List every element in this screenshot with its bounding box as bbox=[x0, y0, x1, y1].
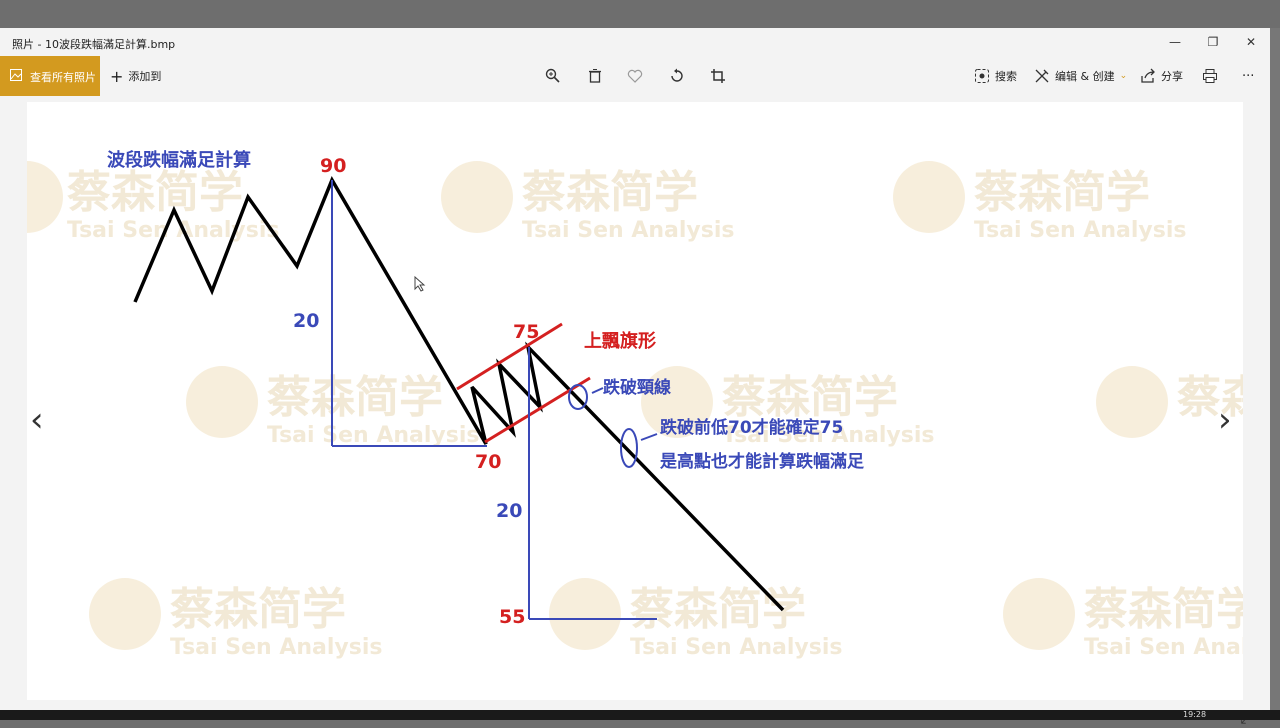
share-button[interactable]: 分享 bbox=[1140, 56, 1183, 96]
favorite-button[interactable] bbox=[627, 56, 643, 96]
plus-icon: + bbox=[110, 66, 124, 86]
neckline-label: 跌破頸線 bbox=[603, 377, 671, 398]
watermark-en: Tsai Sen Analysis bbox=[267, 423, 479, 448]
printer-icon bbox=[1203, 69, 1217, 83]
watermark-cn: 蔡森简学 bbox=[1177, 372, 1243, 423]
watermark-cn: 蔡森简学 bbox=[267, 372, 443, 423]
heart-icon bbox=[627, 69, 643, 83]
watermark-group: 蔡森简学 Tsai Sen Analysis 蔡森简学 Tsai Sen Ana… bbox=[0, 161, 1280, 660]
watermark-en: Tsai Sen Analysis bbox=[974, 218, 1186, 243]
watermark-logo-icon bbox=[1003, 578, 1075, 650]
watermark-cn: 蔡森简学 bbox=[170, 584, 346, 635]
previous-arrow-icon[interactable]: ‹ bbox=[30, 400, 44, 440]
watermark-logo-icon bbox=[1096, 366, 1168, 438]
share-icon bbox=[1141, 68, 1155, 83]
photo-canvas: 蔡森简学 Tsai Sen Analysis 蔡森简学 Tsai Sen Ana… bbox=[0, 102, 1280, 700]
search-icon bbox=[975, 69, 989, 83]
window-title: 照片 - 10波段跌幅滿足計算.bmp bbox=[12, 38, 176, 51]
flag-pattern-label: 上飄旗形 bbox=[584, 330, 656, 352]
edit-create-button[interactable]: 编辑 & 创建 ⌄ bbox=[1034, 56, 1127, 96]
watermark-logo-icon bbox=[893, 161, 965, 233]
add-to-label: 添加到 bbox=[128, 70, 162, 83]
watermark-cn: 蔡森简学 bbox=[974, 167, 1150, 218]
watermark-cn: 蔡森简学 bbox=[67, 167, 243, 218]
watermark-cn: 蔡森简学 bbox=[630, 584, 806, 635]
watermark-cn: 蔡森简学 bbox=[1084, 584, 1243, 635]
watermark-logo-icon bbox=[441, 161, 513, 233]
note-line2: 是高點也才能計算跌幅滿足 bbox=[660, 451, 864, 472]
prior-low-break-marker bbox=[620, 428, 638, 468]
print-button[interactable] bbox=[1202, 56, 1218, 96]
next-arrow-icon[interactable]: › bbox=[1218, 400, 1232, 440]
delete-button[interactable] bbox=[587, 56, 603, 96]
watermark-en: Tsai Sen Analysis bbox=[522, 218, 734, 243]
toolbar: 查看所有照片 + 添加到 搜索 编辑 & 创建 ⌄ 分享 ··· bbox=[0, 56, 1270, 96]
search-button[interactable]: 搜索 bbox=[974, 56, 1017, 96]
flag-upper-line bbox=[456, 322, 563, 391]
share-label: 分享 bbox=[1161, 70, 1183, 83]
note-line1: 跌破前低70才能確定75 bbox=[660, 417, 843, 438]
crop-icon bbox=[711, 69, 725, 83]
zoom-in-icon bbox=[545, 68, 560, 83]
drop-right-label: 20 bbox=[496, 500, 522, 522]
low-value-label: 70 bbox=[475, 451, 501, 473]
chart-title: 波段跌幅滿足計算 bbox=[107, 149, 251, 171]
search-label: 搜索 bbox=[995, 70, 1017, 83]
target-value-label: 55 bbox=[499, 606, 525, 628]
watermark-logo-icon bbox=[549, 578, 621, 650]
chevron-down-icon: ⌄ bbox=[1119, 71, 1128, 81]
view-all-photos-button[interactable]: 查看所有照片 bbox=[0, 56, 100, 96]
neckline-pointer bbox=[591, 387, 604, 394]
watermark-en: Tsai Sen Analysis bbox=[630, 635, 842, 660]
rotate-button[interactable] bbox=[669, 56, 685, 96]
more-button[interactable]: ··· bbox=[1242, 56, 1254, 96]
chart-image: 蔡森简学 Tsai Sen Analysis 蔡森简学 Tsai Sen Ana… bbox=[0, 149, 1280, 660]
watermark-en: Tsai Sen Analysis bbox=[1084, 635, 1243, 660]
watermark-cn: 蔡森简学 bbox=[522, 167, 698, 218]
crop-button[interactable] bbox=[710, 56, 726, 96]
add-to-button[interactable]: + 添加到 bbox=[110, 56, 161, 96]
mouse-cursor-icon bbox=[414, 275, 426, 292]
rotate-icon bbox=[671, 68, 683, 82]
zoom-button[interactable] bbox=[545, 56, 561, 96]
title-bar: 照片 - 10波段跌幅滿足計算.bmp — ❐ ✕ bbox=[0, 28, 1270, 56]
watermark-logo-icon bbox=[186, 366, 258, 438]
close-button[interactable]: ✕ bbox=[1236, 32, 1266, 52]
watermark-en: Tsai Sen Analysis bbox=[170, 635, 382, 660]
edit-icon bbox=[1035, 69, 1049, 83]
prior-low-pointer bbox=[640, 433, 658, 441]
maximize-button[interactable]: ❐ bbox=[1198, 32, 1228, 52]
view-all-label: 查看所有照片 bbox=[30, 71, 96, 84]
watermark-cn: 蔡森简学 bbox=[722, 372, 898, 423]
photo-icon bbox=[10, 69, 22, 81]
watermark-logo-icon bbox=[0, 161, 63, 233]
trash-icon bbox=[589, 69, 601, 83]
photos-window: 照片 - 10波段跌幅滿足計算.bmp — ❐ ✕ 查看所有照片 + 添加到 搜… bbox=[0, 28, 1280, 727]
minimize-button[interactable]: — bbox=[1160, 32, 1190, 52]
taskbar-clock: 19:28 bbox=[1183, 710, 1207, 719]
drop-left-label: 20 bbox=[293, 310, 319, 332]
watermark-logo-icon bbox=[89, 578, 161, 650]
flag-high-label: 75 bbox=[513, 321, 539, 343]
edit-create-label: 编辑 & 创建 bbox=[1055, 70, 1115, 83]
background-window-strip bbox=[1270, 28, 1280, 710]
taskbar: 19:28 bbox=[0, 710, 1280, 720]
top-value-label: 90 bbox=[320, 155, 346, 177]
watermark-en: Tsai Sen Analysis bbox=[67, 218, 279, 243]
